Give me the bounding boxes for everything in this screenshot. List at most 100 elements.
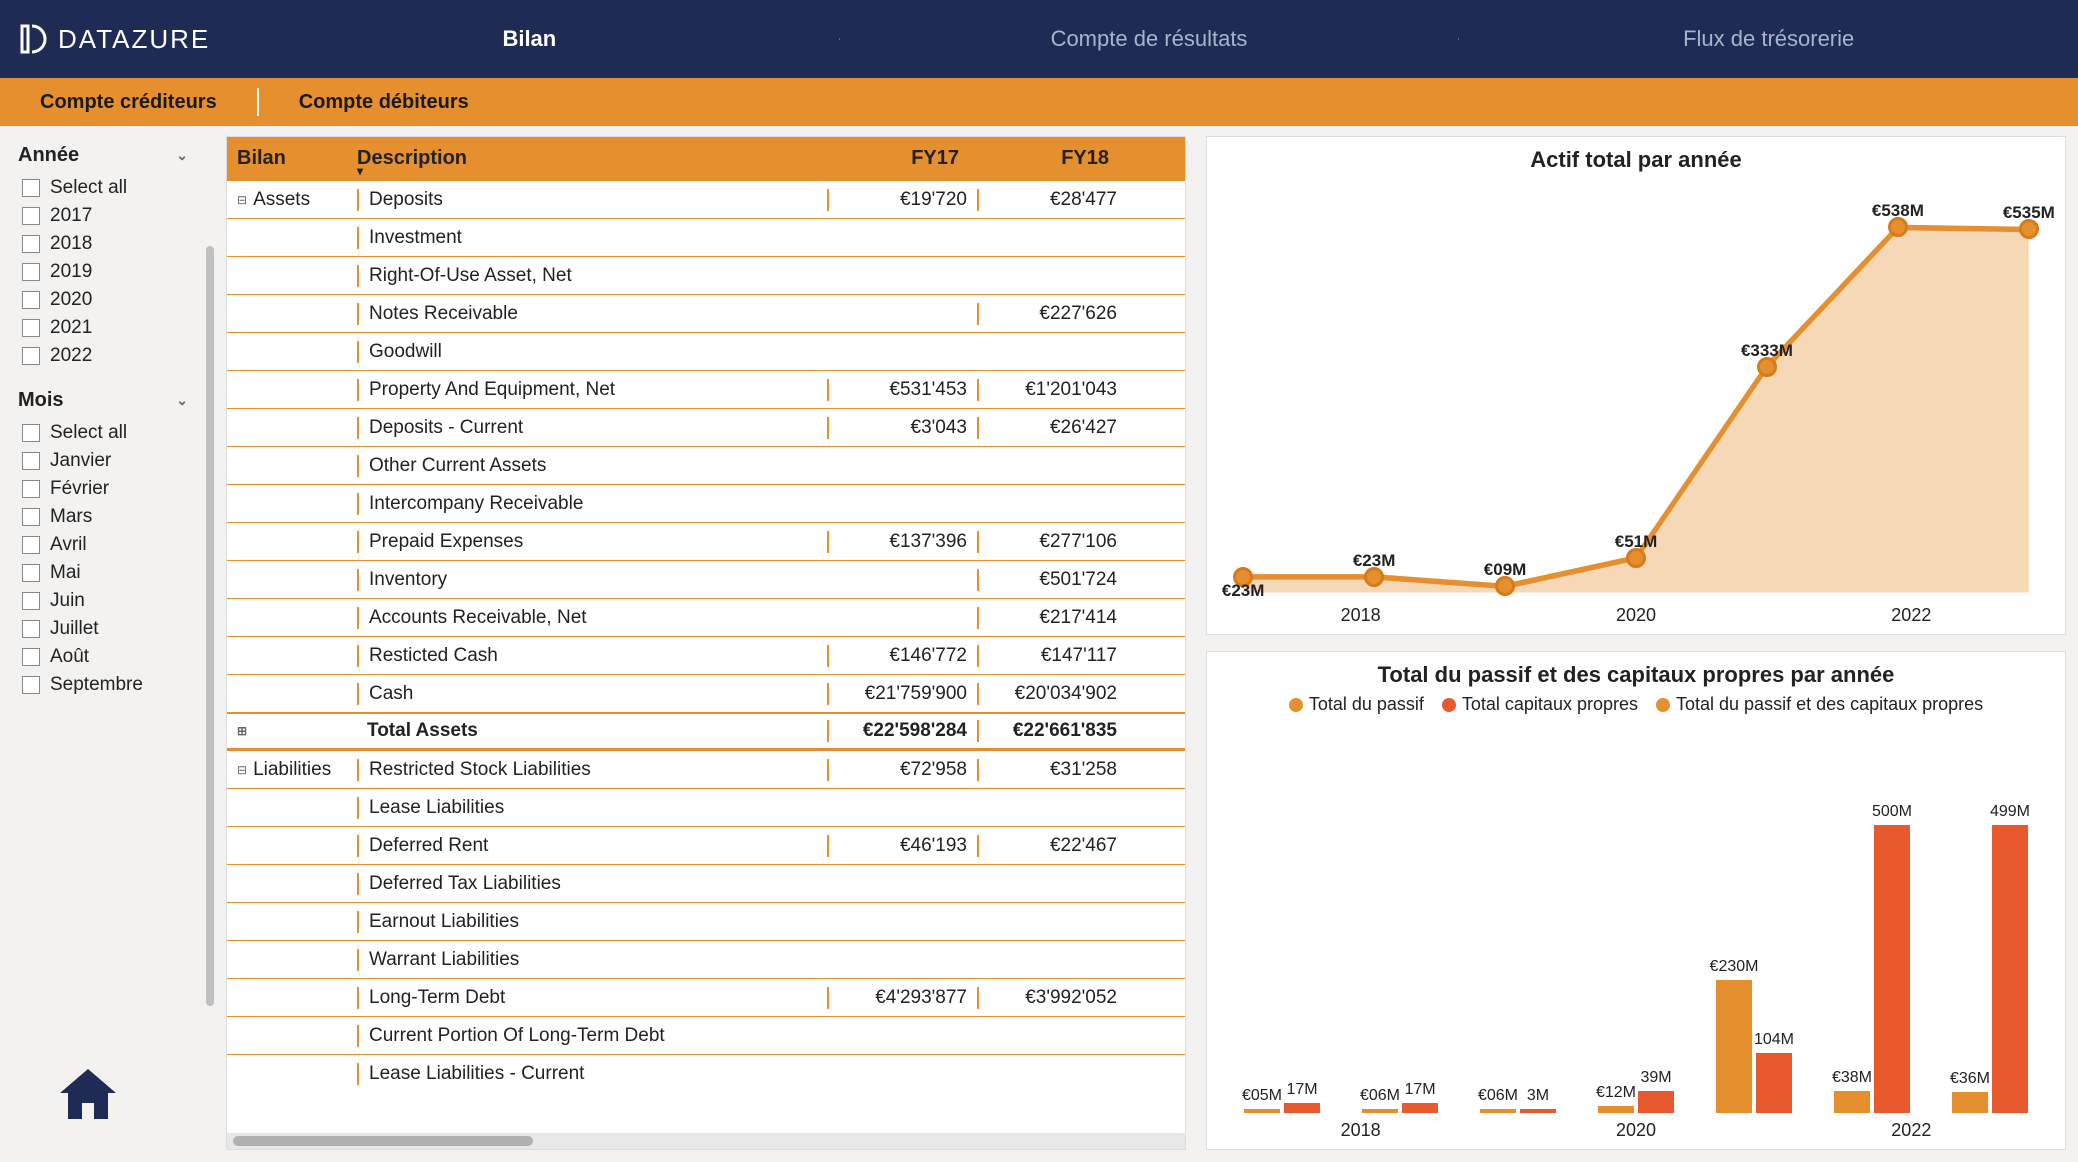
tab-compte-resultats[interactable]: Compte de résultats bbox=[840, 26, 1459, 52]
bar-group[interactable]: €06M 17M bbox=[1362, 1103, 1438, 1113]
bar-capitaux[interactable]: 3M bbox=[1520, 1109, 1556, 1113]
filter-year-item[interactable]: 2018 bbox=[22, 233, 212, 255]
bar-passif[interactable]: €05M bbox=[1244, 1109, 1280, 1113]
line-chart-body[interactable]: €23M€23M€09M€51M€333M€538M€535M201820202… bbox=[1223, 179, 2049, 626]
filter-label: 2021 bbox=[50, 317, 92, 339]
filter-month-item[interactable]: Août bbox=[22, 646, 212, 668]
bar-passif[interactable]: €230M bbox=[1716, 980, 1752, 1113]
filter-month-item[interactable]: Mars bbox=[22, 506, 212, 528]
filter-month-item[interactable]: Mai bbox=[22, 562, 212, 584]
home-button[interactable] bbox=[18, 1047, 212, 1154]
bar-group[interactable]: €230M 104M bbox=[1716, 980, 1792, 1113]
bar-capitaux[interactable]: 39M bbox=[1638, 1091, 1674, 1114]
table-row[interactable]: Deferred Tax Liabilities bbox=[227, 864, 1185, 902]
table-row[interactable]: Lease Liabilities - Current bbox=[227, 1054, 1185, 1092]
filter-month-item[interactable]: Septembre bbox=[22, 674, 212, 696]
filter-year-item[interactable]: 2022 bbox=[22, 345, 212, 367]
filter-year-item[interactable]: 2019 bbox=[22, 261, 212, 283]
bar-capitaux[interactable]: 17M bbox=[1284, 1103, 1320, 1113]
table-row[interactable]: Current Portion Of Long-Term Debt bbox=[227, 1016, 1185, 1054]
table-row[interactable]: Inventory €501'724 bbox=[227, 560, 1185, 598]
bar-group[interactable]: €06M 3M bbox=[1480, 1109, 1556, 1113]
table-row[interactable]: Warrant Liabilities bbox=[227, 940, 1185, 978]
filter-year-selectall[interactable]: Select all bbox=[22, 177, 212, 199]
cell-desc: Inventory bbox=[357, 569, 827, 591]
bar-passif[interactable]: €06M bbox=[1362, 1109, 1398, 1113]
table-row[interactable]: Deferred Rent €46'193 €22'467 bbox=[227, 826, 1185, 864]
tab-bilan[interactable]: Bilan bbox=[220, 26, 839, 52]
table-row[interactable]: Accounts Receivable, Net €217'414 bbox=[227, 598, 1185, 636]
subtab-label: Compte débiteurs bbox=[299, 91, 469, 113]
bar-capitaux[interactable]: 17M bbox=[1402, 1103, 1438, 1113]
cell-desc: Intercompany Receivable bbox=[357, 493, 827, 515]
bar-capitaux[interactable]: 104M bbox=[1756, 1053, 1792, 1113]
filter-month-item[interactable]: Février bbox=[22, 478, 212, 500]
bar-passif[interactable]: €12M bbox=[1598, 1106, 1634, 1113]
table-row[interactable]: Earnout Liabilities bbox=[227, 902, 1185, 940]
table-row[interactable]: Cash €21'759'900 €20'034'902 bbox=[227, 674, 1185, 712]
bar-passif[interactable]: €06M bbox=[1480, 1109, 1516, 1113]
tab-label: Flux de trésorerie bbox=[1683, 26, 1854, 52]
table-row[interactable]: Investment bbox=[227, 218, 1185, 256]
bar-group[interactable]: €38M 500M bbox=[1834, 825, 1910, 1113]
table-row[interactable]: Deposits - Current €3'043 €26'427 bbox=[227, 408, 1185, 446]
table-row[interactable]: Right-Of-Use Asset, Net bbox=[227, 256, 1185, 294]
table-row[interactable]: ⊟Liabilities Restricted Stock Liabilitie… bbox=[227, 750, 1185, 788]
table-row[interactable]: ⊟Assets Deposits €19'720 €28'477 bbox=[227, 180, 1185, 218]
col-fy18[interactable]: FY18 bbox=[977, 147, 1127, 170]
collapse-icon[interactable]: ⊟ bbox=[237, 763, 247, 777]
table-row[interactable]: Prepaid Expenses €137'396 €277'106 bbox=[227, 522, 1185, 560]
col-fy17[interactable]: FY17 bbox=[827, 147, 977, 170]
filter-month-selectall[interactable]: Select all bbox=[22, 422, 212, 444]
subtab-debiteurs[interactable]: Compte débiteurs bbox=[259, 91, 509, 114]
bar-capitaux[interactable]: 499M bbox=[1992, 825, 2028, 1113]
bar-passif[interactable]: €36M bbox=[1952, 1092, 1988, 1113]
cell-fy18: €277'106 bbox=[977, 531, 1127, 553]
sidebar-scrollbar[interactable] bbox=[206, 246, 214, 1006]
table-row[interactable]: Property And Equipment, Net €531'453 €1'… bbox=[227, 370, 1185, 408]
legend-item[interactable]: Total capitaux propres bbox=[1442, 694, 1638, 715]
scrollbar-thumb[interactable] bbox=[233, 1136, 533, 1146]
table-row[interactable]: Lease Liabilities bbox=[227, 788, 1185, 826]
table-row[interactable]: Resticted Cash €146'772 €147'117 bbox=[227, 636, 1185, 674]
bar-group[interactable]: €36M 499M bbox=[1952, 825, 2028, 1113]
cell-desc: Restricted Stock Liabilities bbox=[357, 759, 827, 781]
filter-year-item[interactable]: 2017 bbox=[22, 205, 212, 227]
collapse-icon[interactable]: ⊟ bbox=[237, 193, 247, 207]
bar-label: 17M bbox=[1404, 1081, 1435, 1099]
filter-month-item[interactable]: Janvier bbox=[22, 450, 212, 472]
filter-month-item[interactable]: Avril bbox=[22, 534, 212, 556]
bar-group[interactable]: €05M 17M bbox=[1244, 1103, 1320, 1113]
bar-chart-body[interactable]: €05M 17M €06M 17M €06M 3M €12M 39M €230M… bbox=[1223, 723, 2049, 1141]
filter-month-item[interactable]: Juillet bbox=[22, 618, 212, 640]
table-row[interactable]: Notes Receivable €227'626 bbox=[227, 294, 1185, 332]
cell-fy17: €4'293'877 bbox=[827, 987, 977, 1009]
legend-item[interactable]: Total du passif bbox=[1289, 694, 1424, 715]
bar-group[interactable]: €12M 39M bbox=[1598, 1091, 1674, 1114]
table-body[interactable]: ⊟Assets Deposits €19'720 €28'477 Investm… bbox=[227, 180, 1185, 1133]
table-row[interactable]: Other Current Assets bbox=[227, 446, 1185, 484]
filter-year-item[interactable]: 2020 bbox=[22, 289, 212, 311]
legend-item[interactable]: Total du passif et des capitaux propres bbox=[1656, 694, 1983, 715]
logo-icon bbox=[18, 22, 52, 56]
filter-month-header[interactable]: Mois ⌄ bbox=[18, 389, 212, 412]
subtab-crediteurs[interactable]: Compte créditeurs bbox=[0, 91, 257, 114]
table-row[interactable]: Long-Term Debt €4'293'877 €3'992'052 bbox=[227, 978, 1185, 1016]
table-row[interactable]: Intercompany Receivable bbox=[227, 484, 1185, 522]
cell-desc: Investment bbox=[357, 227, 827, 249]
col-bilan[interactable]: Bilan bbox=[227, 147, 357, 170]
table-row[interactable]: Goodwill bbox=[227, 332, 1185, 370]
bar-capitaux[interactable]: 500M bbox=[1874, 825, 1910, 1113]
filter-month-item[interactable]: Juin bbox=[22, 590, 212, 612]
checkbox-icon bbox=[22, 347, 40, 365]
expand-icon[interactable]: ⊞ bbox=[237, 724, 247, 738]
filter-year-item[interactable]: 2021 bbox=[22, 317, 212, 339]
col-description[interactable]: Description bbox=[357, 147, 827, 170]
legend-label: Total capitaux propres bbox=[1462, 694, 1638, 715]
tab-flux-tresorerie[interactable]: Flux de trésorerie bbox=[1459, 26, 2078, 52]
filter-year-header[interactable]: Année ⌄ bbox=[18, 144, 212, 167]
table-total-row[interactable]: ⊞ Total Assets €22'598'284 €22'661'835 bbox=[227, 712, 1185, 750]
bar-passif[interactable]: €38M bbox=[1834, 1091, 1870, 1113]
bar-label: 39M bbox=[1640, 1069, 1671, 1087]
table-h-scrollbar[interactable] bbox=[227, 1133, 1185, 1149]
